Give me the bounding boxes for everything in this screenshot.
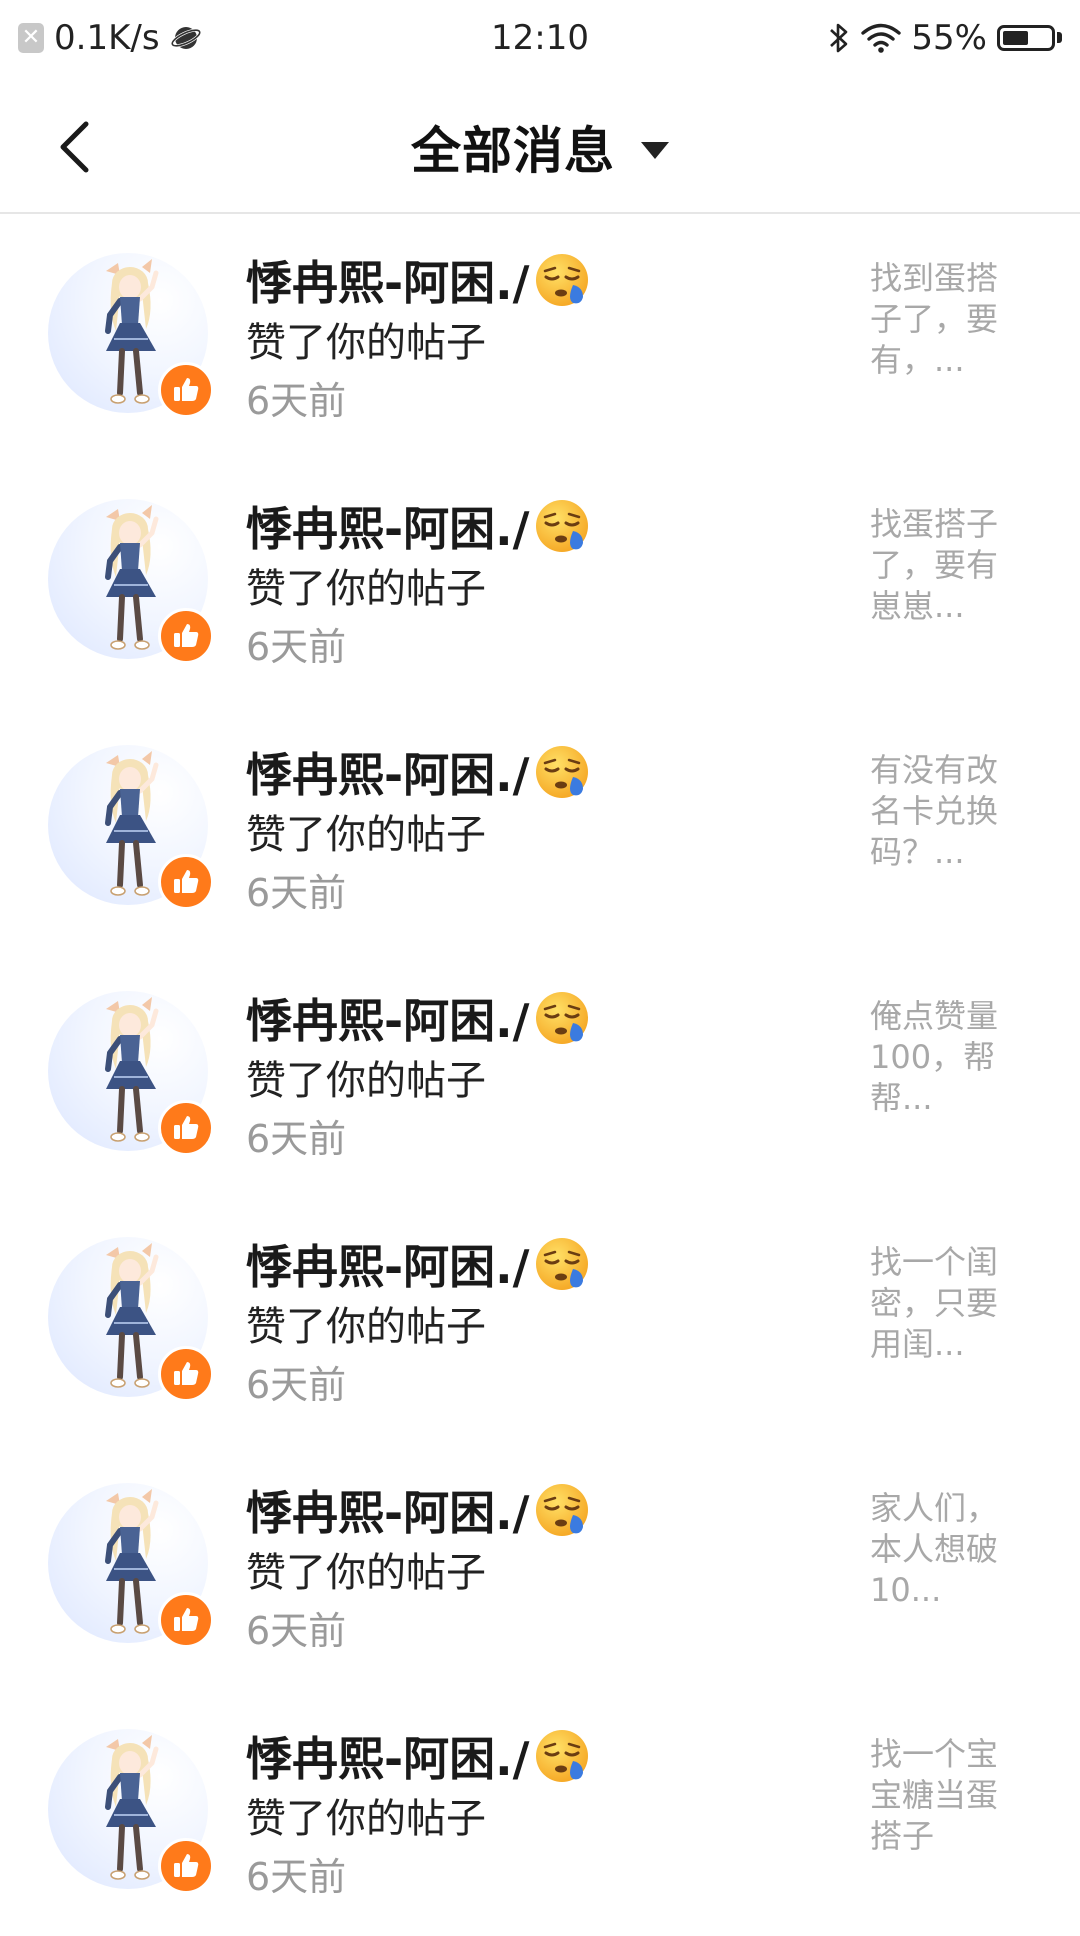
message-time: 6天前 bbox=[246, 871, 347, 915]
thumbs-up-icon bbox=[174, 1854, 199, 1877]
message-action: 赞了你的帖子 bbox=[246, 566, 486, 612]
user-name[interactable]: 悸冉熙-阿困./ bbox=[246, 1723, 529, 1789]
user-name[interactable]: 悸冉熙-阿困./ bbox=[246, 1477, 529, 1543]
user-name[interactable]: 悸冉熙-阿困./ bbox=[246, 247, 529, 313]
post-preview[interactable]: 找一个闺密，只要用闺... bbox=[870, 1242, 1016, 1365]
caret-down-icon bbox=[641, 141, 669, 159]
message-item[interactable]: 悸冉熙-阿困./ 赞了你的帖子 6天前 找到蛋搭子了，要有，... bbox=[0, 214, 1080, 460]
message-list: 悸冉熙-阿困./ 赞了你的帖子 6天前 找到蛋搭子了，要有，... 悸冉熙-阿困… bbox=[0, 214, 1080, 1936]
sleepy-face-icon bbox=[536, 1484, 589, 1536]
battery-icon bbox=[997, 24, 1062, 51]
like-badge bbox=[158, 1100, 214, 1156]
like-badge bbox=[158, 608, 214, 664]
sleepy-face-icon bbox=[536, 254, 589, 306]
message-time: 6天前 bbox=[246, 379, 347, 423]
message-item[interactable]: 悸冉熙-阿困./ 赞了你的帖子 6天前 家人们，本人想破10... bbox=[0, 1444, 1080, 1690]
sleepy-face-icon bbox=[536, 1730, 589, 1782]
thumbs-up-icon bbox=[174, 870, 199, 893]
notification-x-icon: ✕ bbox=[18, 22, 44, 53]
message-time: 6天前 bbox=[246, 1363, 347, 1407]
thumbs-up-icon bbox=[174, 624, 199, 647]
message-action: 赞了你的帖子 bbox=[246, 812, 486, 858]
message-item[interactable]: 悸冉熙-阿困./ 赞了你的帖子 6天前 有没有改名卡兑换码？... bbox=[0, 706, 1080, 952]
message-action: 赞了你的帖子 bbox=[246, 1550, 486, 1596]
like-badge bbox=[158, 362, 214, 418]
network-speed: 0.1K/s bbox=[54, 17, 160, 58]
message-item[interactable]: 悸冉熙-阿困./ 赞了你的帖子 6天前 找一个宝宝糖当蛋搭子 bbox=[0, 1690, 1080, 1936]
like-badge bbox=[158, 1346, 214, 1402]
sleepy-face-icon bbox=[536, 1238, 589, 1290]
wifi-icon bbox=[861, 23, 902, 53]
message-item[interactable]: 悸冉熙-阿困./ 赞了你的帖子 6天前 找一个闺密，只要用闺... bbox=[0, 1198, 1080, 1444]
message-item[interactable]: 悸冉熙-阿困./ 赞了你的帖子 6天前 找蛋搭子了，要有崽崽... bbox=[0, 460, 1080, 706]
user-name[interactable]: 悸冉熙-阿困./ bbox=[246, 739, 529, 805]
status-bar: ✕ 0.1K/s 12:10 55% bbox=[0, 0, 1080, 75]
post-preview[interactable]: 找蛋搭子了，要有崽崽... bbox=[870, 504, 1016, 627]
top-nav-bar: 全部消息 bbox=[0, 75, 1080, 214]
thumbs-up-icon bbox=[174, 1362, 199, 1385]
message-action: 赞了你的帖子 bbox=[246, 1304, 486, 1350]
message-action: 赞了你的帖子 bbox=[246, 1796, 486, 1842]
post-preview[interactable]: 找一个宝宝糖当蛋搭子 bbox=[870, 1734, 1016, 1857]
message-action: 赞了你的帖子 bbox=[246, 320, 486, 366]
post-preview[interactable]: 有没有改名卡兑换码？... bbox=[870, 750, 1016, 873]
message-time: 6天前 bbox=[246, 625, 347, 669]
sleepy-face-icon bbox=[536, 500, 589, 552]
thumbs-up-icon bbox=[174, 1116, 199, 1139]
thumbs-up-icon bbox=[174, 1608, 199, 1631]
post-preview[interactable]: 俺点赞量100，帮帮... bbox=[870, 996, 1016, 1119]
battery-percent: 55% bbox=[911, 17, 987, 58]
post-preview[interactable]: 找到蛋搭子了，要有，... bbox=[870, 258, 1016, 381]
page-title: 全部消息 bbox=[411, 122, 615, 180]
message-filter-dropdown[interactable]: 全部消息 bbox=[0, 111, 1080, 183]
like-badge bbox=[158, 1838, 214, 1894]
message-time: 6天前 bbox=[246, 1609, 347, 1653]
message-action: 赞了你的帖子 bbox=[246, 1058, 486, 1104]
like-badge bbox=[158, 1592, 214, 1648]
message-time: 6天前 bbox=[246, 1117, 347, 1161]
user-name[interactable]: 悸冉熙-阿困./ bbox=[246, 493, 529, 559]
message-time: 6天前 bbox=[246, 1855, 347, 1899]
like-badge bbox=[158, 854, 214, 910]
planet-icon bbox=[170, 26, 201, 49]
message-item[interactable]: 悸冉熙-阿困./ 赞了你的帖子 6天前 俺点赞量100，帮帮... bbox=[0, 952, 1080, 1198]
post-preview[interactable]: 家人们，本人想破10... bbox=[870, 1488, 1016, 1611]
sleepy-face-icon bbox=[536, 992, 589, 1044]
thumbs-up-icon bbox=[174, 378, 199, 401]
bluetooth-icon bbox=[830, 23, 848, 52]
sleepy-face-icon bbox=[536, 746, 589, 798]
user-name[interactable]: 悸冉熙-阿困./ bbox=[246, 1231, 529, 1297]
user-name[interactable]: 悸冉熙-阿困./ bbox=[246, 985, 529, 1051]
